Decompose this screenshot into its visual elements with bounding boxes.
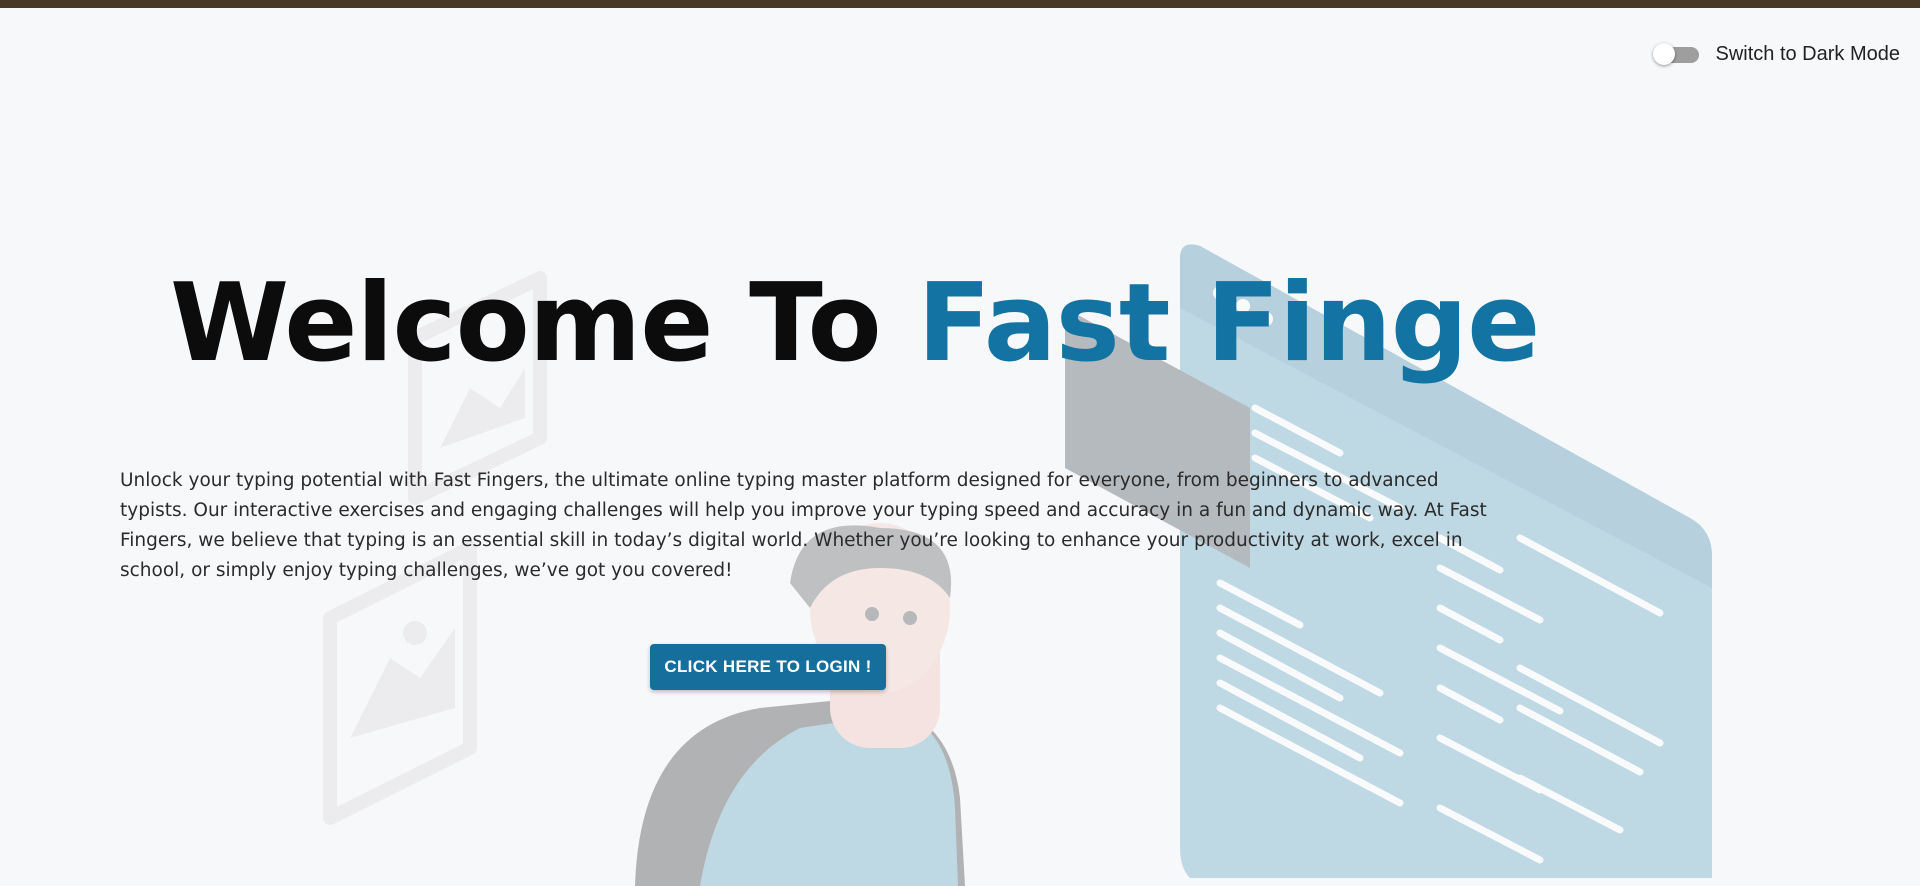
login-button[interactable]: CLICK HERE TO LOGIN ! bbox=[650, 644, 886, 690]
hero-title-prefix: Welcome To bbox=[170, 261, 918, 386]
top-accent-bar bbox=[0, 0, 1920, 8]
landing-page: Switch to Dark Mode Welcome To Fast Fing… bbox=[0, 8, 1920, 886]
dark-mode-label: Switch to Dark Mode bbox=[1715, 42, 1900, 65]
person-at-computer-illustration bbox=[323, 244, 1712, 886]
dark-mode-switch[interactable] bbox=[1653, 42, 1701, 66]
dark-mode-toggle[interactable]: Switch to Dark Mode bbox=[1653, 42, 1900, 66]
hero-description: Unlock your typing potential with Fast F… bbox=[120, 470, 1487, 581]
hero-title-highlight: Fast Finge bbox=[917, 261, 1540, 386]
hero-title: Welcome To Fast Finge bbox=[170, 270, 1540, 378]
